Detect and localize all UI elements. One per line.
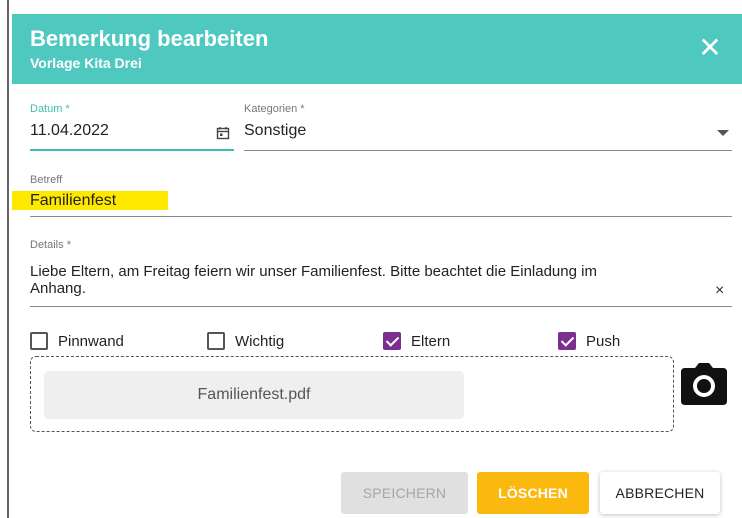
details-line-1: Liebe Eltern, am Freitag feiern wir unse… (30, 263, 597, 280)
checkbox-push[interactable]: Push (558, 330, 620, 352)
chevron-down-icon[interactable] (717, 130, 729, 136)
category-underline (244, 150, 732, 151)
details-line-2: Anhang. (30, 280, 86, 297)
details-label: Details * (30, 239, 71, 251)
calendar-icon[interactable] (216, 126, 230, 140)
background-window-edge (0, 0, 12, 518)
checkbox-push-box[interactable] (558, 332, 576, 350)
date-field[interactable]: 11.04.2022 (30, 122, 109, 140)
attachment-file[interactable]: Familienfest.pdf (44, 371, 464, 419)
category-select[interactable]: Sonstige (244, 122, 306, 140)
attachment-dropzone[interactable]: Familienfest.pdf (30, 356, 674, 432)
checkbox-wichtig[interactable]: Wichtig (207, 330, 284, 352)
checkbox-wichtig-box[interactable] (207, 332, 225, 350)
details-textarea[interactable]: Liebe Eltern, am Freitag feiern wir unse… (30, 263, 710, 297)
checkbox-eltern-label: Eltern (411, 332, 451, 350)
subject-underline (30, 216, 732, 217)
delete-button[interactable]: LÖSCHEN (477, 472, 589, 514)
checkbox-eltern-box[interactable] (383, 332, 401, 350)
date-label: Datum * (30, 103, 70, 115)
close-icon[interactable]: ✕ (696, 34, 724, 62)
checkbox-pinnwand-box[interactable] (30, 332, 48, 350)
camera-icon[interactable] (680, 362, 728, 406)
subject-label: Betreff (30, 174, 63, 186)
date-underline (30, 149, 234, 151)
dialog-title: Bemerkung bearbeiten (30, 26, 269, 51)
checkbox-pinnwand-label: Pinnwand (58, 332, 124, 350)
checkbox-pinnwand[interactable]: Pinnwand (30, 330, 124, 352)
cancel-button[interactable]: ABBRECHEN (600, 472, 720, 514)
checkbox-eltern[interactable]: Eltern (383, 330, 450, 352)
clear-details-icon[interactable]: × (715, 282, 724, 300)
checkbox-push-label: Push (586, 332, 621, 350)
checkbox-wichtig-label: Wichtig (235, 332, 285, 350)
dialog-subtitle: Vorlage Kita Drei (30, 55, 142, 71)
edit-note-dialog: Bemerkung bearbeiten Vorlage Kita Drei ✕… (12, 0, 742, 518)
dialog-header: Bemerkung bearbeiten Vorlage Kita Drei ✕ (12, 14, 742, 84)
save-button[interactable]: SPEICHERN (341, 472, 468, 514)
category-label: Kategorien * (244, 103, 305, 115)
details-underline (30, 306, 732, 307)
subject-input[interactable]: Familienfest (30, 192, 116, 210)
